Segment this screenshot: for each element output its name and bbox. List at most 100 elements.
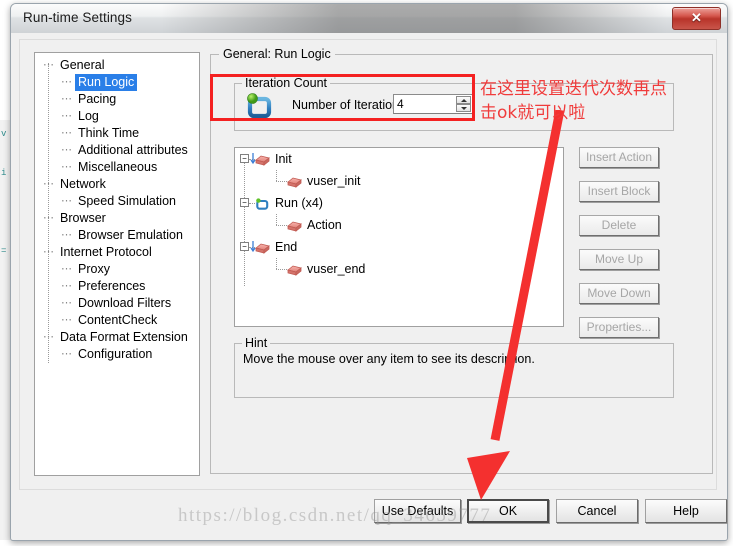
sidebar-item-label: Think Time <box>78 126 140 140</box>
sidebar-item-log[interactable]: ⋯ Log <box>35 108 199 125</box>
title-bar[interactable]: Run-time Settings ✕ <box>11 4 727 34</box>
number-of-iterations-field[interactable] <box>393 94 473 114</box>
use-defaults-button[interactable]: Use Defaults <box>374 499 461 523</box>
tree-branch-icon: ⋯ <box>43 59 54 71</box>
close-icon: ✕ <box>691 10 702 25</box>
action-row-init[interactable]: − Init <box>235 148 563 170</box>
sidebar-item-label: ContentCheck <box>78 313 158 327</box>
number-of-iterations-stepper[interactable] <box>456 96 471 112</box>
sidebar-item-configuration[interactable]: ⋯ Configuration <box>35 346 199 363</box>
sidebar-item-label: General <box>60 58 105 72</box>
number-of-iterations-input[interactable] <box>397 96 447 112</box>
tree-connector <box>276 170 277 181</box>
action-row-label: vuser_init <box>307 174 361 188</box>
sidebar-item-label: Log <box>78 109 99 123</box>
spinner-down-button[interactable] <box>456 104 471 112</box>
iteration-count-group: Iteration Count Number of Iterations: 4 <box>234 76 674 131</box>
run-logic-action-tree[interactable]: − Init vuser_init − Run (x4) Action − End vuser_… <box>234 147 564 327</box>
sidebar-item-browser-emulation[interactable]: ⋯ Browser Emulation <box>35 227 199 244</box>
content-frame: ⋯ General ⋯ Run Logic ⋯ Pacing ⋯ Log ⋯ Think Time… <box>19 39 717 490</box>
move-up-button: Move Up <box>579 249 659 270</box>
run-time-settings-dialog: Run-time Settings ✕ ⋯ General ⋯ Run Logic ⋯ P… <box>10 3 728 541</box>
tree-connector <box>276 181 287 182</box>
hint-group-title: Hint <box>242 336 271 350</box>
action-row-label: End <box>275 240 298 254</box>
init-block-icon <box>250 152 270 166</box>
tree-branch-icon: ⋯ <box>61 280 72 292</box>
sidebar-item-contentcheck[interactable]: ⋯ ContentCheck <box>35 312 199 329</box>
expander-collapse-icon[interactable]: − <box>240 242 249 251</box>
tree-branch-icon: ⋯ <box>61 76 72 88</box>
tree-connector <box>276 258 277 269</box>
run-logic-group: General: Run Logic Iteration Count Numbe… <box>210 47 713 474</box>
screen: v i = Run-time Settings ✕ ⋯ General ⋯ Run L… <box>0 0 733 546</box>
sidebar-item-data-format-extension[interactable]: ⋯ Data Format Extension <box>35 329 199 346</box>
block-icon <box>287 218 302 232</box>
tree-connector <box>276 214 277 225</box>
tree-branch-icon: ⋯ <box>61 110 72 122</box>
iteration-count-title: Iteration Count <box>242 76 330 90</box>
move-down-button: Move Down <box>579 283 659 304</box>
tree-branch-icon: ⋯ <box>61 144 72 156</box>
tree-branch-icon: ⋯ <box>61 348 72 360</box>
sidebar-item-label: Internet Protocol <box>60 245 152 259</box>
loop-icon <box>255 196 270 210</box>
action-row-vuser-end[interactable]: vuser_end <box>235 258 563 280</box>
cancel-button[interactable]: Cancel <box>556 499 638 523</box>
sidebar-item-miscellaneous[interactable]: ⋯ Miscellaneous <box>35 159 199 176</box>
number-of-iterations-label: Number of Iterations: <box>292 98 409 112</box>
sidebar-item-download-filters[interactable]: ⋯ Download Filters <box>35 295 199 312</box>
block-icon <box>287 262 302 276</box>
spinner-up-button[interactable] <box>456 96 471 104</box>
delete-button: Delete <box>579 215 659 236</box>
sidebar-item-additional-attributes[interactable]: ⋯ Additional attributes <box>35 142 199 159</box>
sidebar-item-network[interactable]: ⋯ Network <box>35 176 199 193</box>
sidebar-item-label: Configuration <box>78 347 153 361</box>
properties-button: Properties... <box>579 317 659 338</box>
spinner-up-icon <box>460 98 467 102</box>
action-row-action[interactable]: Action <box>235 214 563 236</box>
end-block-icon <box>250 240 270 254</box>
tree-connector <box>276 225 287 226</box>
sidebar-item-speed-simulation[interactable]: ⋯ Speed Simulation <box>35 193 199 210</box>
settings-tree[interactable]: ⋯ General ⋯ Run Logic ⋯ Pacing ⋯ Log ⋯ Think Time… <box>34 52 200 476</box>
tree-branch-icon: ⋯ <box>61 161 72 173</box>
tree-branch-icon: ⋯ <box>61 195 72 207</box>
ok-button[interactable]: OK <box>467 499 549 523</box>
sidebar-item-label: Network <box>60 177 106 191</box>
action-row-end[interactable]: − End <box>235 236 563 258</box>
sidebar-item-label: Download Filters <box>78 296 172 310</box>
tree-branch-icon: ⋯ <box>61 127 72 139</box>
sidebar-item-pacing[interactable]: ⋯ Pacing <box>35 91 199 108</box>
sidebar-item-general[interactable]: ⋯ General <box>35 57 199 74</box>
insert-block-button: Insert Block <box>579 181 659 202</box>
tree-branch-icon: ⋯ <box>43 246 54 258</box>
insert-action-button: Insert Action <box>579 147 659 168</box>
sidebar-item-internet-protocol[interactable]: ⋯ Internet Protocol <box>35 244 199 261</box>
action-row-label: vuser_end <box>307 262 366 276</box>
sidebar-item-label: Preferences <box>78 279 146 293</box>
sidebar-item-label: Browser Emulation <box>78 228 183 242</box>
hint-text: Move the mouse over any item to see its … <box>243 352 535 366</box>
sidebar-item-label: Proxy <box>78 262 110 276</box>
sidebar-item-browser[interactable]: ⋯ Browser <box>35 210 199 227</box>
sidebar-item-preferences[interactable]: ⋯ Preferences <box>35 278 199 295</box>
expander-collapse-icon[interactable]: − <box>240 198 249 207</box>
sidebar-item-proxy[interactable]: ⋯ Proxy <box>35 261 199 278</box>
dialog-footer: Use Defaults OK Cancel Help <box>11 499 727 539</box>
hint-group: Hint Move the mouse over any item to see… <box>234 336 674 398</box>
tree-branch-icon: ⋯ <box>43 178 54 190</box>
expander-collapse-icon[interactable]: − <box>240 154 249 163</box>
close-button[interactable]: ✕ <box>672 7 721 30</box>
action-row-run-x4-[interactable]: − Run (x4) <box>235 192 563 214</box>
action-row-label: Run (x4) <box>275 196 323 210</box>
help-button[interactable]: Help <box>645 499 727 523</box>
sidebar-item-think-time[interactable]: ⋯ Think Time <box>35 125 199 142</box>
action-row-vuser-init[interactable]: vuser_init <box>235 170 563 192</box>
sidebar-item-run-logic[interactable]: ⋯ Run Logic <box>35 74 199 91</box>
loop-icon <box>245 92 275 122</box>
sidebar-item-label: Run Logic <box>75 74 138 91</box>
run-logic-group-title: General: Run Logic <box>219 47 335 61</box>
tree-branch-icon: ⋯ <box>43 212 54 224</box>
editor-code: v i = <box>1 129 7 256</box>
